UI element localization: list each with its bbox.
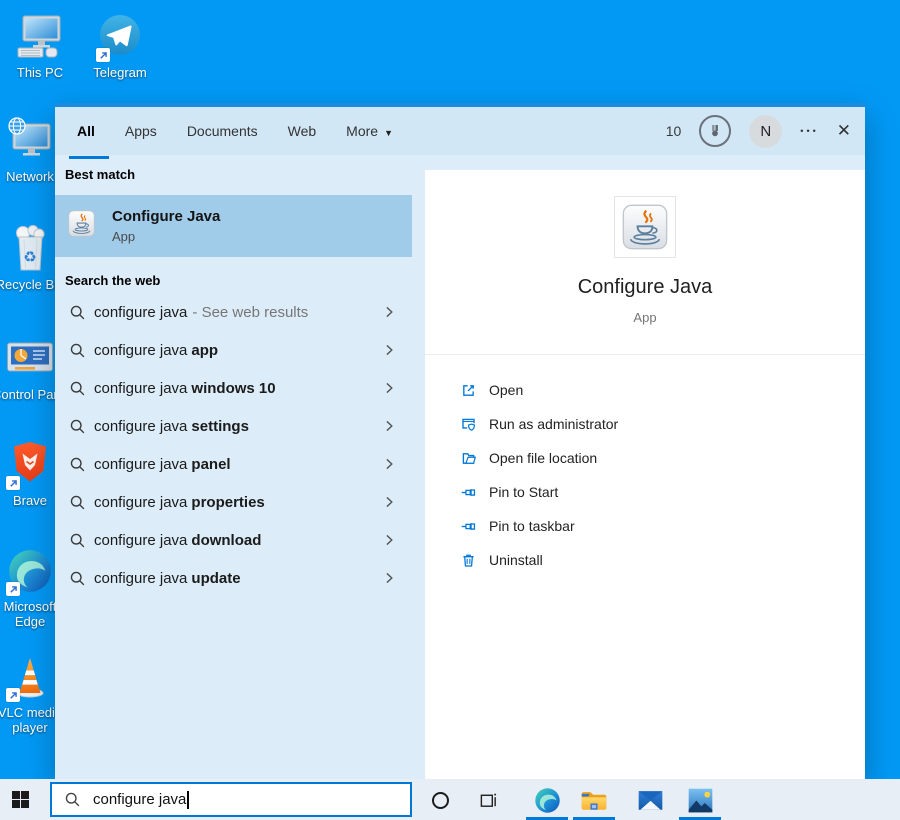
preview-panel: Configure Java App Open Run as administr… [425,170,865,779]
chevron-right-icon [382,495,396,509]
pin-icon [460,484,477,501]
java-app-icon [68,210,95,242]
chevron-down-icon: ▼ [384,128,393,138]
chevron-right-icon [382,571,396,585]
action-uninstall[interactable]: Uninstall [425,543,865,577]
suggestion-row[interactable]: configure javaupdate [55,559,412,597]
shortcut-arrow-icon [6,688,20,702]
preview-title: Configure Java [425,276,865,299]
desktop-icon-telegram[interactable]: Telegram [82,12,158,80]
text-caret [187,791,189,809]
close-button[interactable]: ✕ [837,121,851,141]
divider [425,354,865,355]
tab-web[interactable]: Web [288,123,317,139]
results-list: Best match Configure Java App Sear [55,155,412,779]
chevron-right-icon [382,457,396,471]
desktop-icon-this-pc[interactable]: This PC [2,12,78,80]
photos-icon [687,787,714,814]
action-run-as-administrator[interactable]: Run as administrator [425,407,865,441]
start-button[interactable] [12,791,29,808]
action-open-file-location[interactable]: Open file location [425,441,865,475]
search-icon [64,791,81,808]
suggestion-row[interactable]: configure java- See web results [55,293,412,331]
trash-icon [460,552,477,569]
search-icon [69,570,86,587]
taskbar: configure java [0,779,900,820]
more-options-button[interactable]: ••• [800,126,818,136]
chevron-right-icon [382,533,396,547]
admin-shield-icon [460,416,477,433]
shortcut-arrow-icon [96,48,110,62]
open-icon [460,382,477,399]
search-window: All Apps Documents Web More▼ 10 N ••• ✕ … [55,103,865,779]
action-pin-to-start[interactable]: Pin to Start [425,475,865,509]
search-query-text: configure java [93,791,186,808]
cortana-button[interactable] [426,786,454,814]
suggestion-row[interactable]: configure javaapp [55,331,412,369]
edge-icon [534,787,561,814]
taskbar-search-input[interactable]: configure java [50,782,412,817]
tab-more[interactable]: More▼ [346,123,393,139]
header-controls: 10 N ••• ✕ [666,107,851,155]
search-icon [69,494,86,511]
file-explorer-taskbar-button[interactable] [580,786,608,814]
tab-documents[interactable]: Documents [187,123,258,139]
filter-tabs: All Apps Documents Web More▼ [77,107,393,155]
mail-icon [637,787,664,814]
rewards-count: 10 [666,123,682,139]
folder-icon [460,450,477,467]
search-icon [69,342,86,359]
chevron-right-icon [382,343,396,357]
suggestion-row[interactable]: configure javaproperties [55,483,412,521]
file-explorer-icon [580,786,608,814]
account-avatar[interactable]: N [749,115,782,148]
web-suggestions: configure java- See web results configur… [55,293,412,597]
window-header: All Apps Documents Web More▼ 10 N ••• ✕ [55,107,865,155]
suggestion-row[interactable]: configure javapanel [55,445,412,483]
action-list: Open Run as administrator Open file loca… [425,373,865,577]
photos-taskbar-button[interactable] [686,786,714,814]
best-match-subtitle: App [112,229,220,244]
best-match-title: Configure Java [112,208,220,225]
pin-icon [460,518,477,535]
action-open[interactable]: Open [425,373,865,407]
tab-apps[interactable]: Apps [125,123,157,139]
rewards-medal-icon[interactable] [699,115,731,147]
desktop-icon-label: This PC [2,65,78,80]
best-match-section-label: Best match [65,167,135,182]
task-view-icon [479,791,498,810]
cortana-icon [432,792,449,809]
edge-taskbar-button[interactable] [533,786,561,814]
action-pin-to-taskbar[interactable]: Pin to taskbar [425,509,865,543]
mail-taskbar-button[interactable] [636,786,664,814]
telegram-icon [82,12,158,62]
search-icon [69,418,86,435]
suggestion-row[interactable]: configure javawindows 10 [55,369,412,407]
chevron-right-icon [382,419,396,433]
this-pc-icon [2,12,78,62]
preview-app-icon [614,196,676,258]
search-icon [69,456,86,473]
tab-all[interactable]: All [77,123,95,139]
search-icon [69,532,86,549]
recycle-symbol-icon: ♻ [23,248,36,266]
search-web-section-label: Search the web [65,273,160,288]
shortcut-arrow-icon [6,582,20,596]
task-view-button[interactable] [474,786,502,814]
search-icon [69,380,86,397]
chevron-right-icon [382,305,396,319]
shortcut-arrow-icon [6,476,20,490]
preview-subtitle: App [425,310,865,325]
suggestion-row[interactable]: configure javasettings [55,407,412,445]
chevron-right-icon [382,381,396,395]
suggestion-row[interactable]: configure javadownload [55,521,412,559]
desktop-icon-label: Telegram [82,65,158,80]
best-match-item[interactable]: Configure Java App [55,195,412,257]
search-icon [69,304,86,321]
